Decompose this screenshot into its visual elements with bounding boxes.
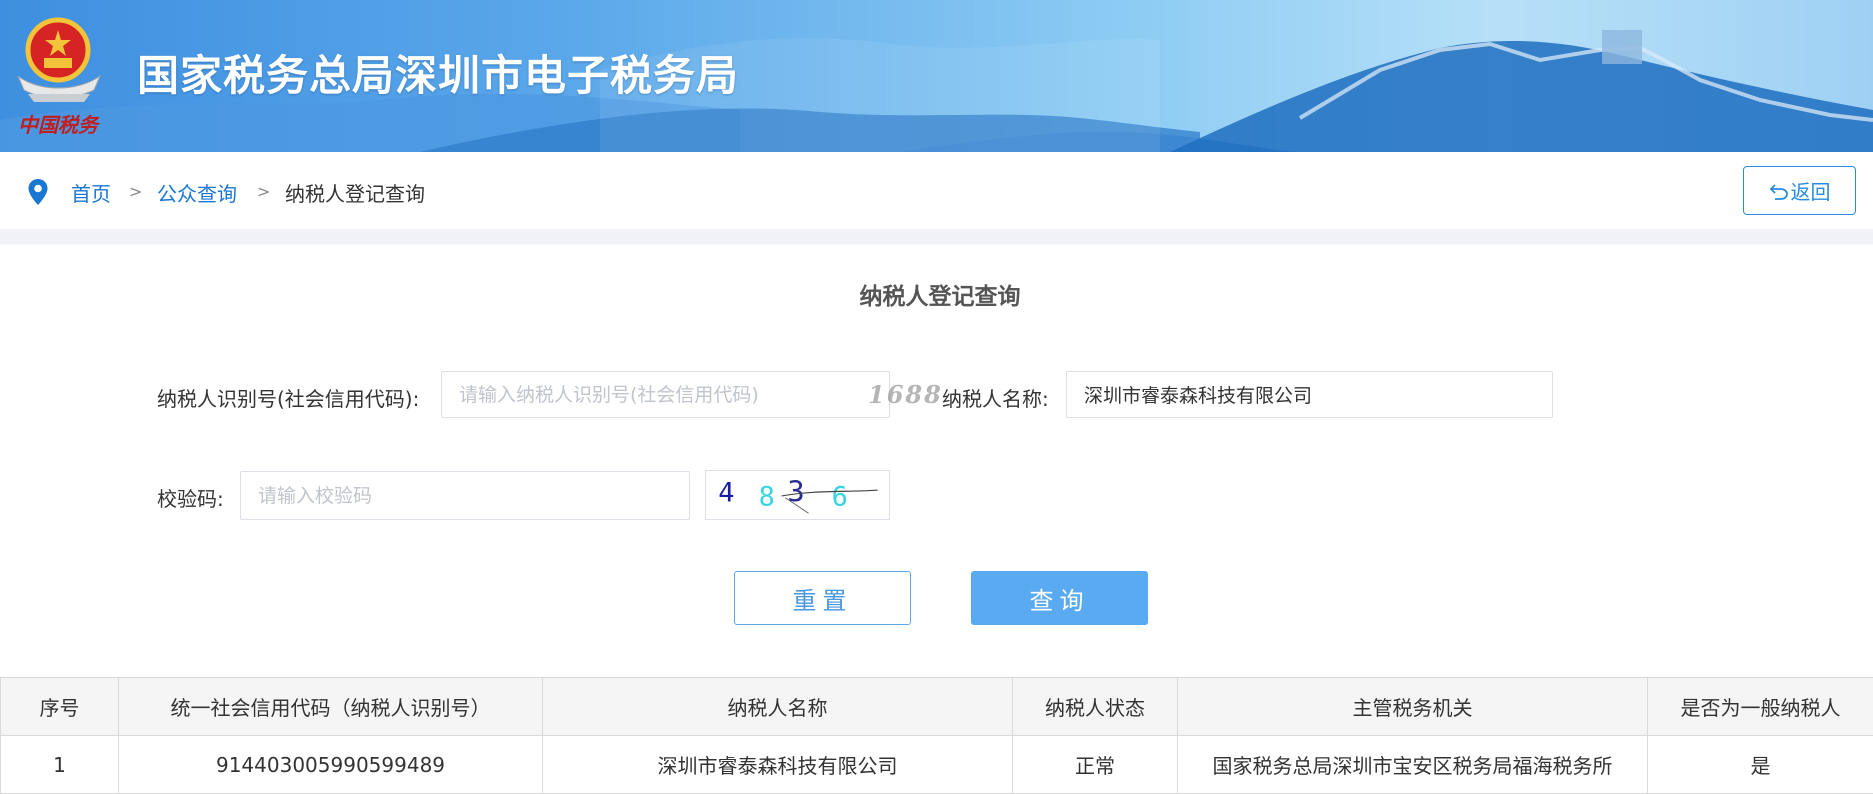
column-header-credit-code: 统一社会信用代码（纳税人识别号）	[119, 678, 543, 736]
breadcrumb-current-page: 纳税人登记查询	[285, 178, 425, 207]
svg-text:8: 8	[759, 482, 775, 513]
header-banner: 中国税务 国家税务总局深圳市电子税务局	[0, 0, 1873, 152]
column-header-taxpayer-name: 纳税人名称	[543, 678, 1013, 736]
table-header-row: 序号 统一社会信用代码（纳税人识别号） 纳税人名称 纳税人状态 主管税务机关 是…	[1, 678, 1873, 736]
column-header-index: 序号	[1, 678, 119, 736]
svg-text:3: 3	[787, 475, 804, 509]
taxpayer-id-label: 纳税人识别号(社会信用代码):	[157, 383, 419, 412]
captcha-label: 校验码:	[157, 483, 224, 512]
section-divider	[0, 229, 1873, 245]
reset-button[interactable]: 重置	[734, 571, 911, 625]
svg-text:6: 6	[832, 482, 848, 513]
breadcrumb-public-query-link[interactable]: 公众查询	[157, 178, 237, 207]
search-button[interactable]: 查询	[971, 571, 1148, 625]
breadcrumb-home-link[interactable]: 首页	[71, 178, 111, 207]
cell-index: 1	[1, 736, 119, 794]
table-row[interactable]: 1 914403005990599489 深圳市睿泰森科技有限公司 正常 国家税…	[1, 736, 1873, 794]
cell-general-taxpayer: 是	[1648, 736, 1873, 794]
cell-status: 正常	[1013, 736, 1178, 794]
breadcrumb-separator: >	[129, 182, 142, 201]
column-header-tax-authority: 主管税务机关	[1178, 678, 1648, 736]
back-button[interactable]: 返回	[1743, 166, 1856, 215]
column-header-status: 纳税人状态	[1013, 678, 1178, 736]
taxpayer-id-input[interactable]	[441, 371, 890, 418]
form-title: 纳税人登记查询	[0, 277, 1873, 311]
site-title: 国家税务总局深圳市电子税务局	[137, 42, 739, 103]
return-arrow-icon	[1769, 181, 1789, 201]
back-button-label: 返回	[1791, 176, 1831, 205]
watermark: 1688	[868, 380, 943, 409]
breadcrumb-separator: >	[257, 182, 270, 201]
svg-text:4: 4	[718, 478, 734, 509]
cell-taxpayer-name: 深圳市睿泰森科技有限公司	[543, 736, 1013, 794]
breadcrumb: 首页 > 公众查询 > 纳税人登记查询 返回	[0, 152, 1873, 229]
column-header-general-taxpayer: 是否为一般纳税人	[1648, 678, 1873, 736]
svg-text:中国税务: 中国税务	[18, 113, 101, 137]
captcha-input[interactable]	[240, 471, 690, 520]
captcha-image[interactable]: 4836 4 8 3 6	[705, 470, 890, 520]
cell-credit-code: 914403005990599489	[119, 736, 543, 794]
taxpayer-name-label: 纳税人名称:	[942, 383, 1049, 412]
national-emblem-icon: 中国税务	[10, 10, 108, 138]
taxpayer-name-input[interactable]	[1066, 371, 1553, 418]
location-pin-icon	[27, 178, 49, 206]
results-table: 序号 统一社会信用代码（纳税人识别号） 纳税人名称 纳税人状态 主管税务机关 是…	[0, 677, 1873, 794]
cell-tax-authority: 国家税务总局深圳市宝安区税务局福海税务所	[1178, 736, 1648, 794]
